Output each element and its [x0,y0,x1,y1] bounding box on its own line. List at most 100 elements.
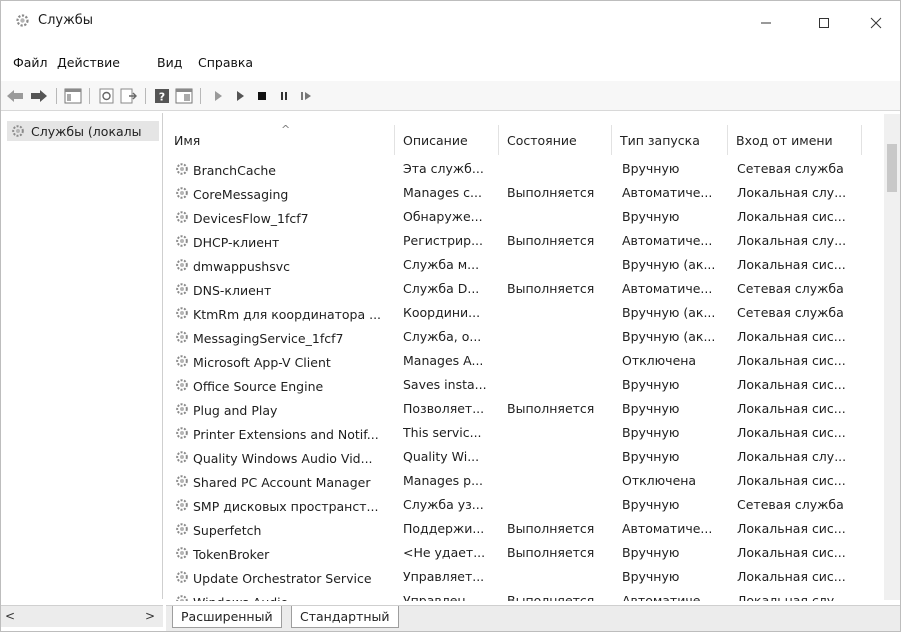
start-alt-icon[interactable] [230,86,250,106]
table-row[interactable]: Shared PC Account Manager Manages p... Отк… [166,470,900,494]
column-header-logon-as[interactable]: Вход от имени [728,125,862,155]
cell-startup-type: Вручную (ак... [622,305,716,320]
cell-description: Quality Wi... [403,449,480,464]
cell-logon-as: Локальная сис... [737,425,846,440]
refresh-icon[interactable] [97,86,117,106]
column-header-description[interactable]: Описание [395,125,499,155]
console-tree-icon[interactable] [63,86,83,106]
pause-icon[interactable] [274,86,294,106]
maximize-button[interactable] [801,7,847,39]
cell-logon-as: Локальная слу... [737,233,847,248]
cell-logon-as: Сетевая служба [737,305,844,320]
cell-name: BranchCache [174,161,402,180]
cell-name: Update Orchestrator Service [174,569,402,588]
tree-item-local-services[interactable]: Службы (локалы [7,121,159,141]
table-row[interactable]: Update Orchestrator Service Управляет... В… [166,566,900,590]
cell-description: Служба м... [403,257,480,272]
column-header-status[interactable]: Состояние [499,125,612,155]
cell-logon-as: Локальная слу... [737,185,847,200]
menu-help[interactable]: Справка [198,55,253,70]
cell-description: Saves insta... [403,377,487,392]
menu-file[interactable]: Файл [13,55,48,70]
service-gear-icon [174,473,190,492]
restart-icon[interactable] [296,86,316,106]
column-header-startup-type[interactable]: Тип запуска [612,125,728,155]
service-name: BranchCache [193,163,276,178]
cell-description: This servic... [403,425,482,440]
list-vertical-scrollbar[interactable] [884,114,900,600]
cell-status: Выполняется [507,545,595,560]
cell-name: TokenBroker [174,545,402,564]
table-row[interactable]: DNS-клиент Служба D... Выполняется Автомати… [166,278,900,302]
table-row[interactable]: DHCP-клиент Регистрир... Выполняется Автома… [166,230,900,254]
table-row[interactable]: dmwappushsvc Служба м... Вручную (ак... Лок… [166,254,900,278]
cell-description: Поддержи... [403,521,485,536]
cell-startup-type: Вручную [622,569,680,584]
cell-startup-type: Вручную (ак... [622,329,716,344]
service-name: dmwappushsvc [193,259,291,274]
service-gear-icon [174,353,190,372]
close-button[interactable] [853,7,899,39]
scroll-right-arrow[interactable]: > [145,609,155,623]
cell-status: Выполняется [507,233,595,248]
table-row[interactable]: Superfetch Поддержи... Выполняется Автомати… [166,518,900,542]
table-row[interactable]: Windows Audio Управлен... Выполняется Автом… [166,590,900,601]
table-row[interactable]: Microsoft App-V Client Manages A... Отключ… [166,350,900,374]
table-row[interactable]: DevicesFlow_1fcf7 Обнаруже... Вручную Локал… [166,206,900,230]
table-row[interactable]: CoreMessaging Manages c... Выполняется Авто… [166,182,900,206]
cell-logon-as: Сетевая служба [737,161,844,176]
stop-icon[interactable] [252,86,272,106]
service-name: Shared PC Account Manager [193,475,371,490]
cell-logon-as: Локальная сис... [737,209,846,224]
cell-logon-as: Локальная сис... [737,521,846,536]
cell-startup-type: Вручную [622,545,680,560]
sort-ascending-icon: ^ [281,123,291,136]
toolbar-separator [89,88,90,104]
table-row[interactable]: Plug and Play Позволяет... Выполняется Вруч… [166,398,900,422]
table-row[interactable]: Office Source Engine Saves insta... Вручну… [166,374,900,398]
service-gear-icon [174,521,190,540]
forward-icon[interactable] [29,86,49,106]
window-title: Службы [38,13,94,28]
service-gear-icon [174,569,190,588]
table-row[interactable]: TokenBroker <Не удает... Выполняется Вручну… [166,542,900,566]
column-header-name[interactable]: ^ Имя [166,123,395,155]
view-tabs: Расширенный Стандартный [166,605,900,631]
service-name: DHCP-клиент [193,235,280,250]
cell-description: Управлен... [403,593,478,601]
service-name: Superfetch [193,523,262,538]
tab-extended[interactable]: Расширенный [172,606,282,628]
table-row[interactable]: Quality Windows Audio Vid... Quality Wi..… [166,446,900,470]
help-icon[interactable]: ? [152,86,172,106]
service-name: DevicesFlow_1fcf7 [193,211,309,226]
cell-name: CoreMessaging [174,185,402,204]
minimize-button[interactable] [743,7,789,39]
cell-startup-type: Автоматиче... [622,593,713,601]
table-row[interactable]: MessagingService_1fcf7 Служба, о... Вручну… [166,326,900,350]
cell-description: Служба D... [403,281,480,296]
cell-startup-type: Вручную [622,209,680,224]
table-row[interactable]: KtmRm для координатора ... Координи... Вру… [166,302,900,326]
table-row[interactable]: SMP дисковых пространст... Служба уз... Вр… [166,494,900,518]
export-icon[interactable] [119,86,139,106]
cell-logon-as: Локальная сис... [737,545,846,560]
cell-description: Управляет... [403,569,485,584]
cell-logon-as: Локальная сис... [737,401,846,416]
menu-action[interactable]: Действие [57,55,120,70]
service-gear-icon [174,377,190,396]
scrollbar-thumb[interactable] [887,144,897,192]
tab-standard[interactable]: Стандартный [291,606,399,628]
cell-startup-type: Автоматиче... [622,185,713,200]
cell-status: Выполняется [507,593,595,601]
service-gear-icon [174,593,190,601]
cell-logon-as: Локальная сис... [737,473,846,488]
tree-horizontal-scrollbar[interactable]: < > [1,605,163,627]
cell-status: Выполняется [507,521,595,536]
back-icon[interactable] [5,86,25,106]
table-row[interactable]: Printer Extensions and Notif... This serv… [166,422,900,446]
table-row[interactable]: BranchCache Эта служб... Вручную Сетевая сл… [166,158,900,182]
menu-view[interactable]: Вид [157,55,182,70]
scroll-left-arrow[interactable]: < [5,609,15,623]
start-icon[interactable] [208,86,228,106]
properties-icon[interactable] [174,86,194,106]
